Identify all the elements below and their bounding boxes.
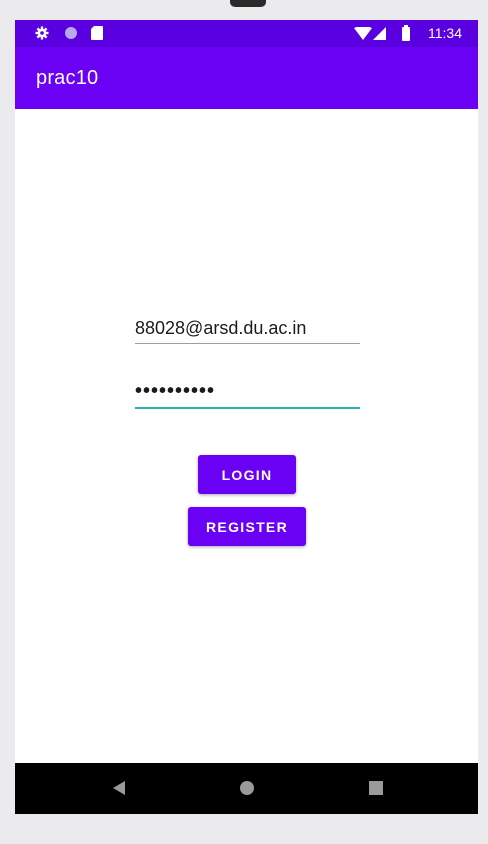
battery-icon	[402, 25, 410, 46]
home-icon[interactable]	[239, 780, 255, 801]
recents-icon[interactable]	[369, 781, 383, 800]
cell-signal-icon	[373, 27, 386, 45]
phone-screen: 11:34 prac10 LOGIN REGISTER	[15, 20, 478, 814]
gear-icon	[35, 26, 49, 45]
app-bar: prac10	[15, 47, 478, 109]
email-input[interactable]	[135, 318, 360, 343]
status-bar: 11:34	[15, 20, 478, 47]
app-title: prac10	[36, 67, 99, 89]
email-field[interactable]	[135, 318, 360, 344]
login-button[interactable]: LOGIN	[198, 455, 296, 494]
password-input[interactable]	[135, 380, 360, 407]
wifi-icon	[354, 26, 372, 45]
password-field[interactable]	[135, 380, 360, 409]
back-icon[interactable]	[112, 780, 126, 801]
circle-icon	[64, 26, 78, 45]
status-time: 11:34	[428, 25, 462, 41]
sd-card-icon	[91, 26, 103, 45]
register-button[interactable]: REGISTER	[188, 507, 306, 546]
navigation-bar	[15, 763, 478, 814]
device-notch	[230, 0, 266, 7]
